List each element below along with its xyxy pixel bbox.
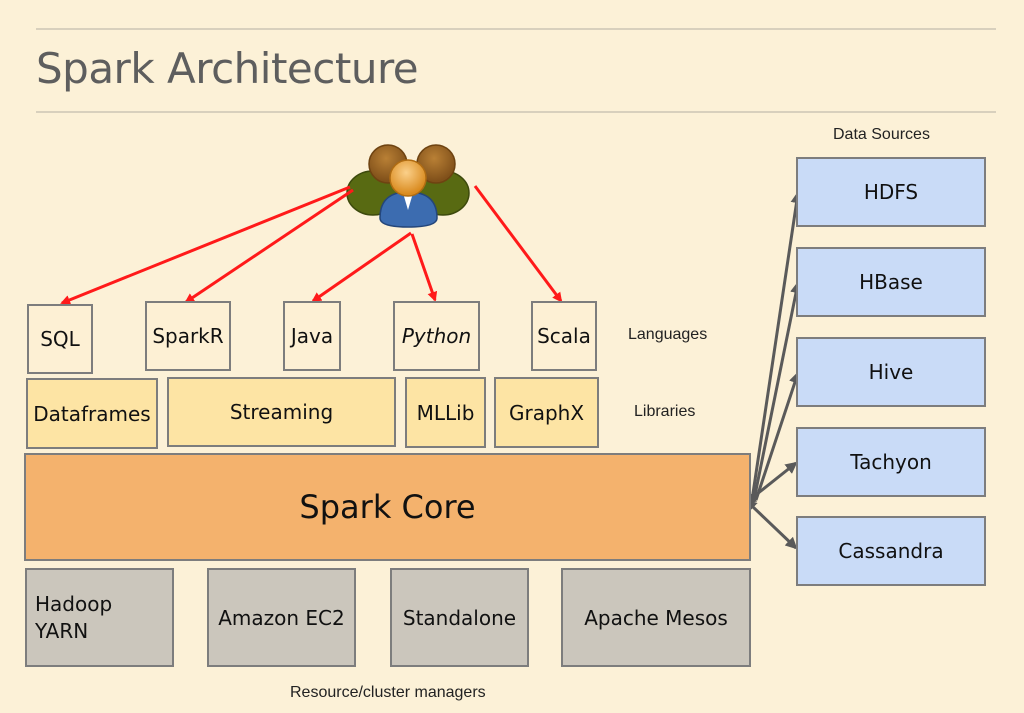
library-label: MLLib	[416, 400, 475, 425]
library-box-graphx: GraphX	[494, 377, 599, 448]
libraries-label: Libraries	[634, 403, 696, 420]
source-label: HDFS	[863, 180, 919, 204]
language-label: Python	[401, 324, 472, 348]
manager-label: Standalone	[402, 605, 517, 630]
language-label: SQL	[40, 327, 80, 351]
library-label: Dataframes	[33, 401, 151, 426]
language-box-sql: SQL	[27, 304, 93, 374]
source-label: HBase	[859, 270, 923, 294]
source-label: Hive	[868, 360, 914, 384]
library-box-dataframes: Dataframes	[26, 378, 158, 449]
manager-box-apache-mesos: Apache Mesos	[561, 568, 751, 667]
arrow-to-scala	[473, 185, 563, 303]
spark-core-box: Spark Core	[24, 453, 751, 561]
spark-core-label: Spark Core	[299, 488, 476, 526]
source-box-hbase: HBase	[796, 247, 986, 317]
manager-label: Hadoop YARN	[35, 591, 112, 645]
library-box-mllib: MLLib	[405, 377, 486, 448]
manager-box-amazon-ec2: Amazon EC2	[207, 568, 356, 667]
language-label: Scala	[537, 324, 591, 348]
manager-box-standalone: Standalone	[390, 568, 529, 667]
manager-label-line2: YARN	[35, 618, 89, 643]
language-box-java: Java	[283, 301, 341, 371]
source-label: Cassandra	[838, 539, 944, 563]
languages-label: Languages	[628, 326, 708, 343]
library-box-streaming: Streaming	[167, 377, 396, 447]
manager-box-hadoop-yarn: Hadoop YARN	[25, 568, 174, 667]
resource-managers-label: Resource/cluster managers	[290, 684, 486, 701]
source-box-tachyon: Tachyon	[796, 427, 986, 497]
library-label: Streaming	[229, 400, 334, 424]
source-box-hive: Hive	[796, 337, 986, 407]
manager-label: Amazon EC2	[218, 605, 345, 630]
language-label: Java	[290, 324, 334, 348]
arrow-core-cassandra	[744, 499, 798, 550]
arrow-to-python	[410, 233, 438, 302]
manager-label-line1: Hadoop	[35, 591, 113, 616]
language-box-scala: Scala	[531, 301, 597, 371]
arrow-to-sparkr	[184, 188, 354, 304]
arrow-to-java	[311, 231, 412, 303]
arrow-core-hdfs	[750, 191, 803, 501]
language-box-python: Python	[393, 301, 480, 371]
language-box-sparkr: SparkR	[145, 301, 231, 371]
data-sources-label: Data Sources	[833, 126, 930, 143]
library-label: GraphX	[508, 400, 585, 425]
users-group-icon	[346, 144, 470, 228]
manager-label: Apache Mesos	[584, 605, 728, 630]
language-label: SparkR	[152, 324, 224, 348]
arrow-to-sql	[60, 185, 351, 305]
source-label: Tachyon	[850, 450, 932, 474]
source-box-hdfs: HDFS	[796, 157, 986, 227]
source-box-cassandra: Cassandra	[796, 516, 986, 586]
